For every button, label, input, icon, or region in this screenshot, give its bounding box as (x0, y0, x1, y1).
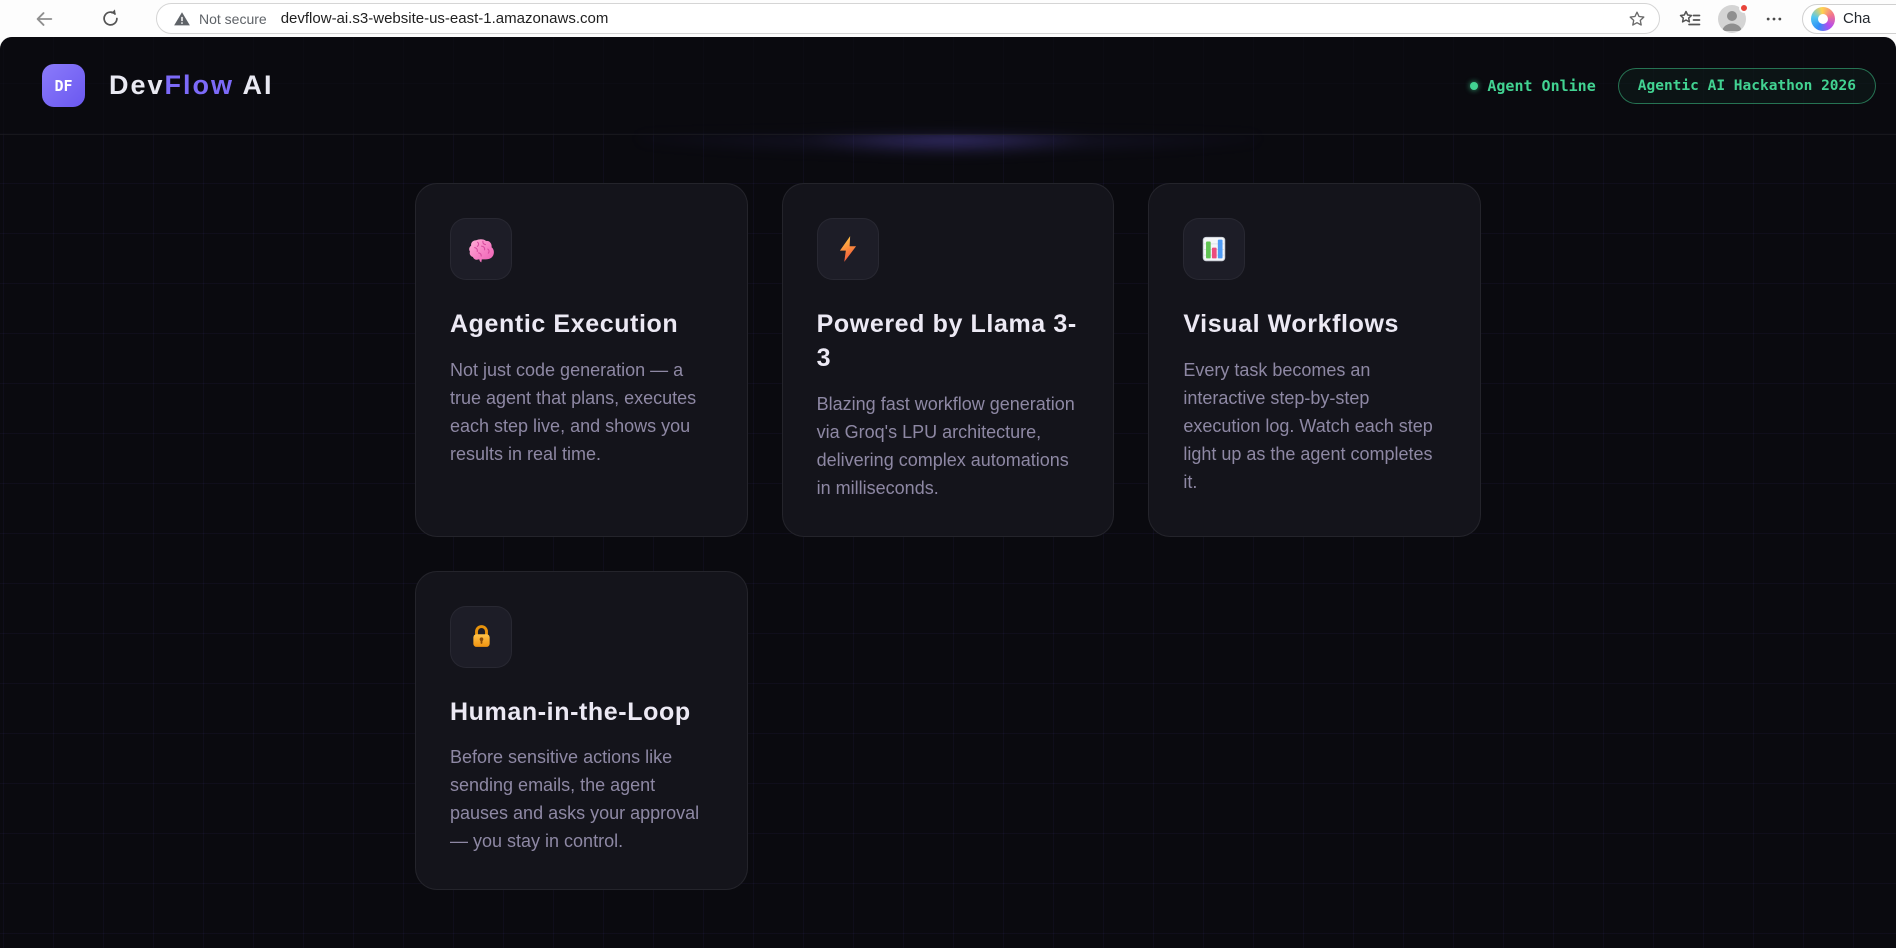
brand-logo: DF (42, 64, 85, 107)
card-icon-tile (450, 218, 512, 280)
site-header: DF DevFlow AI Agent Online Agentic AI Ha… (0, 37, 1896, 135)
profile-button[interactable] (1718, 2, 1749, 33)
card-description: Not just code generation — a true agent … (450, 359, 697, 464)
copilot-label: Cha (1843, 10, 1871, 27)
card-title: Agentic Execution (450, 310, 679, 338)
hero-glow (638, 134, 1258, 164)
feature-card-human-in-the-loop: Human-in-the-Loop Before sensitive actio… (415, 570, 748, 891)
back-button[interactable] (30, 5, 58, 33)
bar-chart-icon (1199, 234, 1229, 264)
feature-card-visual-workflows: Visual Workflows Every task becomes an i… (1148, 183, 1481, 537)
page: DF DevFlow AI Agent Online Agentic AI Ha… (0, 37, 1896, 948)
back-arrow-icon (33, 8, 55, 30)
feature-card-agentic-execution: Agentic Execution Not just code generati… (415, 183, 748, 537)
lightning-icon (835, 235, 861, 263)
lock-icon (467, 622, 496, 651)
url-text[interactable]: devflow-ai.s3-website-us-east-1.amazonaw… (281, 10, 1619, 27)
more-menu-button[interactable] (1760, 5, 1788, 33)
card-description: Before sensitive actions like sending em… (450, 747, 700, 852)
browser-chrome: Not secure devflow-ai.s3-website-us-east… (0, 0, 1896, 37)
features-grid: Agentic Execution Not just code generati… (415, 183, 1481, 891)
favorites-button[interactable] (1676, 5, 1704, 33)
status-dot-icon (1470, 81, 1479, 90)
ellipsis-icon (1764, 9, 1784, 29)
notification-dot (1739, 2, 1749, 13)
address-bar[interactable]: Not secure devflow-ai.s3-website-us-east… (156, 3, 1660, 34)
not-secure-label: Not secure (199, 10, 267, 27)
card-title: Visual Workflows (1183, 310, 1400, 338)
favorites-star-list-icon (1678, 7, 1702, 31)
card-description: Blazing fast workflow generation via Gro… (816, 393, 1075, 498)
card-title: Human-in-the-Loop (450, 697, 691, 726)
bookmark-star-icon[interactable] (1627, 9, 1647, 29)
brand-wordmark: DevFlow AI (109, 70, 274, 101)
brain-icon (466, 234, 497, 265)
brand-ai: AI (234, 70, 274, 100)
refresh-icon (100, 8, 121, 29)
card-icon-tile (816, 218, 879, 280)
brand: DF DevFlow AI (42, 64, 274, 107)
card-title: Powered by Llama 3-3 (816, 310, 1077, 372)
not-secure-warning-icon (173, 10, 191, 28)
card-description: Every task becomes an interactive step-b… (1183, 359, 1433, 492)
card-icon-tile (1183, 218, 1246, 280)
agent-status-label: Agent Online (1487, 76, 1596, 95)
header-right: Agent Online Agentic AI Hackathon 2026 (1470, 67, 1876, 104)
card-icon-tile (450, 605, 512, 668)
agent-status: Agent Online (1470, 76, 1596, 95)
feature-card-powered-by-llama: Powered by Llama 3-3 Blazing fast workfl… (781, 183, 1115, 537)
refresh-button[interactable] (96, 5, 124, 33)
copilot-icon (1811, 6, 1835, 31)
brand-dev: Dev (109, 70, 165, 100)
copilot-button[interactable]: Cha (1802, 3, 1896, 34)
hackathon-badge: Agentic AI Hackathon 2026 (1617, 67, 1876, 104)
brand-flow: Flow (164, 70, 235, 100)
